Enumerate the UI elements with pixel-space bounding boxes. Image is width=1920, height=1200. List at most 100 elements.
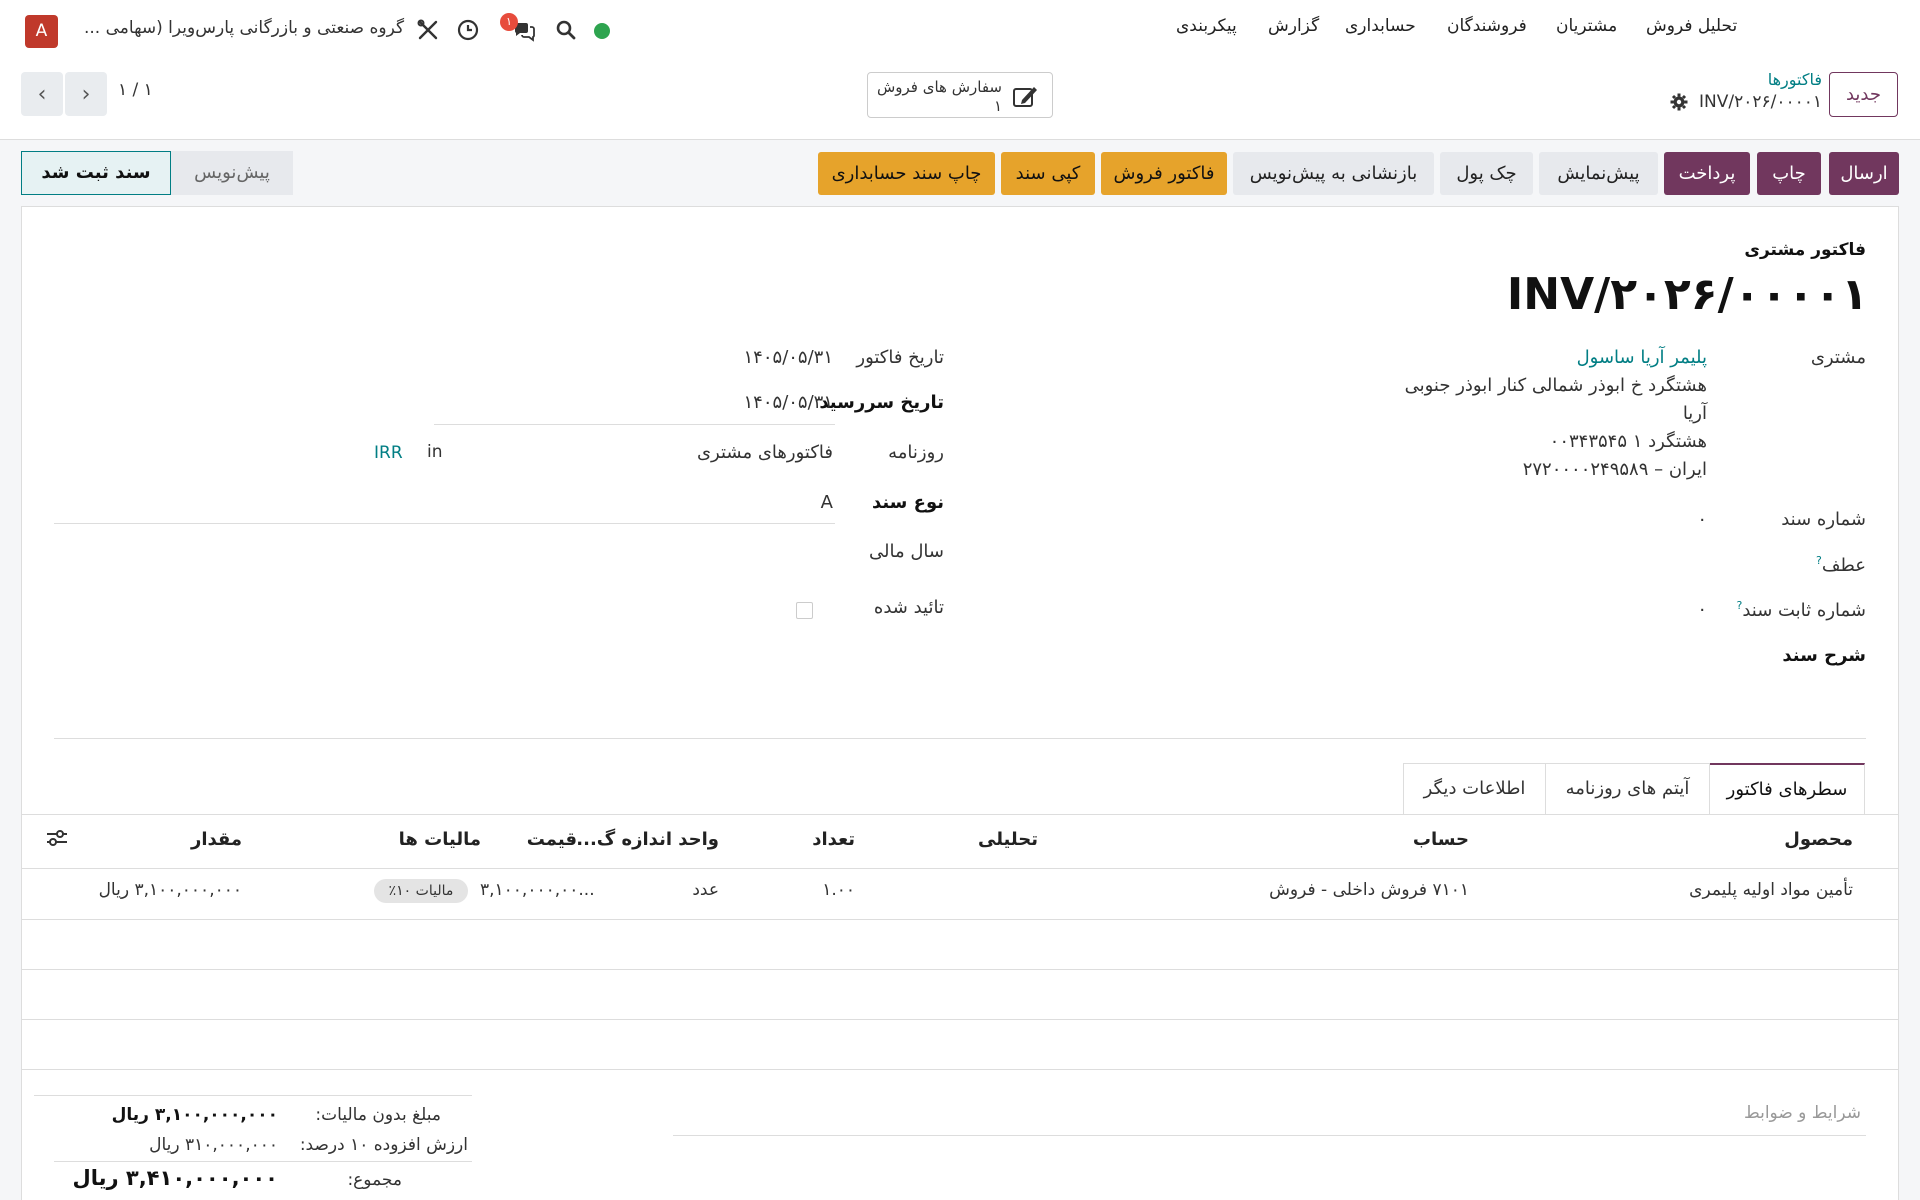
table-header-line xyxy=(22,868,1898,869)
line-amount: ۳,۱۰۰,۰۰۰,۰۰۰ ریال xyxy=(98,880,242,900)
chevron-left-icon: ‹ xyxy=(37,81,47,107)
send-button[interactable]: ارسال xyxy=(1829,152,1899,195)
register-payment-button[interactable]: پرداخت xyxy=(1664,152,1750,195)
print-button[interactable]: چاپ xyxy=(1757,152,1821,195)
sales-orders-smart-button[interactable]: سفارش های فروش ۱ xyxy=(867,72,1053,118)
pager-next-button[interactable]: › xyxy=(65,72,107,116)
row-divider xyxy=(22,919,1898,920)
invoice-date-field[interactable]: ۱۴۰۵/۰۵/۳۱ xyxy=(744,347,833,368)
menu-reporting[interactable]: گزارش xyxy=(1268,16,1319,36)
line-price[interactable]: ۳,۱۰۰,۰۰۰,۰۰... xyxy=(480,880,595,900)
document-number-value[interactable]: ۰ xyxy=(1697,509,1707,530)
debug-tools-icon[interactable] xyxy=(416,18,440,42)
copy-document-button[interactable]: کپی سند xyxy=(1001,152,1095,195)
description-label: شرح سند xyxy=(1782,645,1866,666)
document-kind-field[interactable]: A xyxy=(821,492,833,513)
column-taxes[interactable]: مالیات ها xyxy=(399,829,481,850)
menu-sales-analysis[interactable]: تحلیل فروش xyxy=(1646,16,1737,36)
terms-conditions-field[interactable]: شرایط و ضوابط xyxy=(1744,1103,1861,1123)
column-uom[interactable]: واحد اندازه گ... xyxy=(576,829,719,850)
journal-field[interactable]: فاکتورهای مشتری xyxy=(697,442,833,463)
smart-button-label: سفارش های فروش xyxy=(876,78,1002,96)
pager-value[interactable]: ۱ / ۱ xyxy=(118,80,153,100)
totals-divider xyxy=(54,1161,472,1162)
menu-configuration[interactable]: پیکربندی xyxy=(1176,16,1237,36)
journal-code: in xyxy=(427,442,443,462)
vat-label: ارزش افزوده ۱۰ درصد: xyxy=(299,1135,468,1155)
line-product[interactable]: تأمین مواد اولیه پلیمری xyxy=(1689,880,1853,900)
approved-label: تائید شده xyxy=(873,597,944,618)
preview-button[interactable]: پیش‌نمایش xyxy=(1539,152,1658,195)
invoice-number: INV/۲۰۲۶/۰۰۰۰۱ xyxy=(1506,269,1868,320)
search-icon[interactable] xyxy=(554,18,578,42)
approved-checkbox[interactable] xyxy=(796,602,813,619)
customer-address-line4: ایران – ۲۷۲۰۰۰۰۲۴۹۵۸۹ xyxy=(1522,459,1707,480)
row-divider xyxy=(22,1069,1898,1070)
print-voucher-button[interactable]: چاپ سند حسابداری xyxy=(818,152,995,195)
section-divider xyxy=(54,738,1866,739)
breadcrumb-invoices[interactable]: فاکتورها xyxy=(1768,70,1822,89)
chevron-right-icon: › xyxy=(81,81,91,107)
fiscal-year-label: سال مالی xyxy=(869,541,944,562)
reset-to-draft-button[interactable]: بازنشانی به پیش‌نویس xyxy=(1233,152,1434,195)
totals-top-line xyxy=(34,1095,472,1096)
menu-customers[interactable]: مشتریان xyxy=(1556,16,1617,36)
line-tax-tag[interactable]: مالیات ۱۰٪ xyxy=(374,879,468,903)
tab-other-info[interactable]: اطلاعات دیگر xyxy=(1403,763,1546,815)
document-kind-underline xyxy=(54,523,835,524)
new-button[interactable]: جدید xyxy=(1829,72,1898,117)
column-quantity[interactable]: تعداد xyxy=(812,829,855,850)
user-avatar[interactable]: A xyxy=(25,15,58,48)
total-label: مجموع: xyxy=(347,1170,402,1190)
tab-journal-items[interactable]: آیتم های روزنامه xyxy=(1545,763,1710,815)
reference-label-text: عطف xyxy=(1821,555,1866,576)
menu-vendors[interactable]: فروشندگان xyxy=(1447,16,1527,36)
smart-button-count: ۱ xyxy=(993,97,1002,115)
top-navbar: A گروه صنعتی و بازرگانی پارس‌ویرا (سهامی… xyxy=(0,0,1920,58)
optional-columns-icon[interactable] xyxy=(46,828,68,848)
due-date-field[interactable]: ۱۴۰۵/۰۵/۳۱ xyxy=(744,392,833,413)
reference-label: عطف? xyxy=(1816,554,1866,576)
line-account[interactable]: ۷۱۰۱ فروش داخلی - فروش xyxy=(1269,880,1469,900)
presence-status-icon xyxy=(594,23,610,39)
total-value: ۳,۴۱۰,۰۰۰,۰۰۰ ریال xyxy=(72,1166,278,1190)
tabs-baseline xyxy=(22,814,1898,815)
line-uom[interactable]: عدد xyxy=(692,880,719,900)
status-bar: پیش‌نویس سند ثبت شد xyxy=(21,151,293,195)
terms-underline xyxy=(673,1135,1866,1136)
vat-value: ۳۱۰,۰۰۰,۰۰۰ ریال xyxy=(149,1135,278,1155)
currency-link[interactable]: IRR xyxy=(374,443,403,463)
tab-invoice-lines[interactable]: سطرهای فاکتور xyxy=(1709,763,1865,815)
column-amount[interactable]: مقدار xyxy=(191,829,242,850)
clock-activity-icon[interactable] xyxy=(456,18,480,42)
due-date-label: تاریخ سررسید xyxy=(819,392,944,413)
customer-address-line1: هشتگرد خ ابوذر شمالی کنار ابوذر جنوبی xyxy=(1404,375,1707,396)
column-product[interactable]: محصول xyxy=(1784,829,1853,850)
menu-accounting[interactable]: حسابداری xyxy=(1345,16,1416,36)
customer-link[interactable]: پلیمر آریا ساسول xyxy=(1577,347,1707,368)
row-divider xyxy=(22,1019,1898,1020)
document-number-label: شماره سند xyxy=(1781,509,1866,530)
line-quantity[interactable]: ۱.۰۰ xyxy=(822,880,855,900)
sales-invoice-button[interactable]: فاکتور فروش xyxy=(1101,152,1227,195)
invoice-date-label: تاریخ فاکتور xyxy=(856,347,944,368)
column-account[interactable]: حساب xyxy=(1413,829,1469,850)
row-divider xyxy=(22,969,1898,970)
due-date-underline xyxy=(434,424,835,425)
document-kind-label: نوع سند xyxy=(871,492,944,513)
column-price[interactable]: قیمت xyxy=(527,829,577,850)
column-analytic[interactable]: تحلیلی xyxy=(978,829,1038,850)
status-draft[interactable]: پیش‌نویس xyxy=(171,151,293,195)
untaxed-amount-value: ۳,۱۰۰,۰۰۰,۰۰۰ ریال xyxy=(111,1105,278,1125)
gear-icon[interactable] xyxy=(1670,93,1688,111)
document-type-label: فاکتور مشتری xyxy=(1744,240,1866,260)
pager-previous-button[interactable]: ‹ xyxy=(21,72,63,116)
status-posted[interactable]: سند ثبت شد xyxy=(21,151,171,195)
fixed-number-label: شماره ثابت سند? xyxy=(1736,599,1866,621)
customer-label: مشتری xyxy=(1810,347,1866,368)
company-switcher[interactable]: گروه صنعتی و بازرگانی پارس‌ویرا (سهامی .… xyxy=(84,18,404,38)
journal-label: روزنامه xyxy=(888,442,944,463)
customer-address-line2: آریا xyxy=(1682,403,1707,424)
check-payment-button[interactable]: چک پول xyxy=(1440,152,1533,195)
fixed-number-value[interactable]: ۰ xyxy=(1697,599,1707,620)
